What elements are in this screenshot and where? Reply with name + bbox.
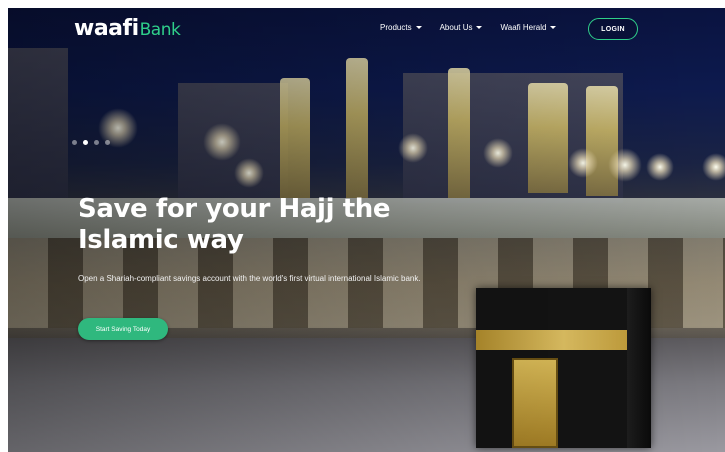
- waafi-bank-logo[interactable]: waafi Bank: [74, 16, 181, 41]
- hero-section: waafi Bank Products About Us Waafi Herald…: [8, 8, 725, 452]
- slider-pagination: [72, 140, 110, 145]
- menu-item-about-us[interactable]: About Us: [440, 23, 483, 32]
- login-button[interactable]: LOGIN: [588, 18, 638, 40]
- menu-item-products[interactable]: Products: [380, 23, 422, 32]
- start-saving-button[interactable]: Start Saving Today: [78, 318, 168, 340]
- slider-dot[interactable]: [105, 140, 110, 145]
- hero-title: Save for your Hajj the Islamic way: [78, 194, 391, 255]
- logo-suffix-text: Bank: [139, 20, 181, 40]
- hero-subtitle: Open a Shariah-compliant savings account…: [78, 274, 421, 283]
- chevron-down-icon: [550, 26, 557, 29]
- chevron-down-icon: [476, 26, 483, 29]
- menu-item-label: Waafi Herald: [500, 23, 547, 32]
- top-navigation: waafi Bank Products About Us Waafi Herald…: [8, 8, 725, 52]
- slider-dot[interactable]: [94, 140, 99, 145]
- slider-dot-active[interactable]: [83, 140, 88, 145]
- chevron-down-icon: [415, 26, 422, 29]
- menu-item-label: Products: [380, 23, 412, 32]
- main-menu: Products About Us Waafi Herald: [380, 23, 557, 32]
- menu-item-waafi-herald[interactable]: Waafi Herald: [500, 23, 557, 32]
- slider-dot[interactable]: [72, 140, 77, 145]
- logo-main-text: waafi: [74, 16, 139, 41]
- menu-item-label: About Us: [439, 23, 473, 32]
